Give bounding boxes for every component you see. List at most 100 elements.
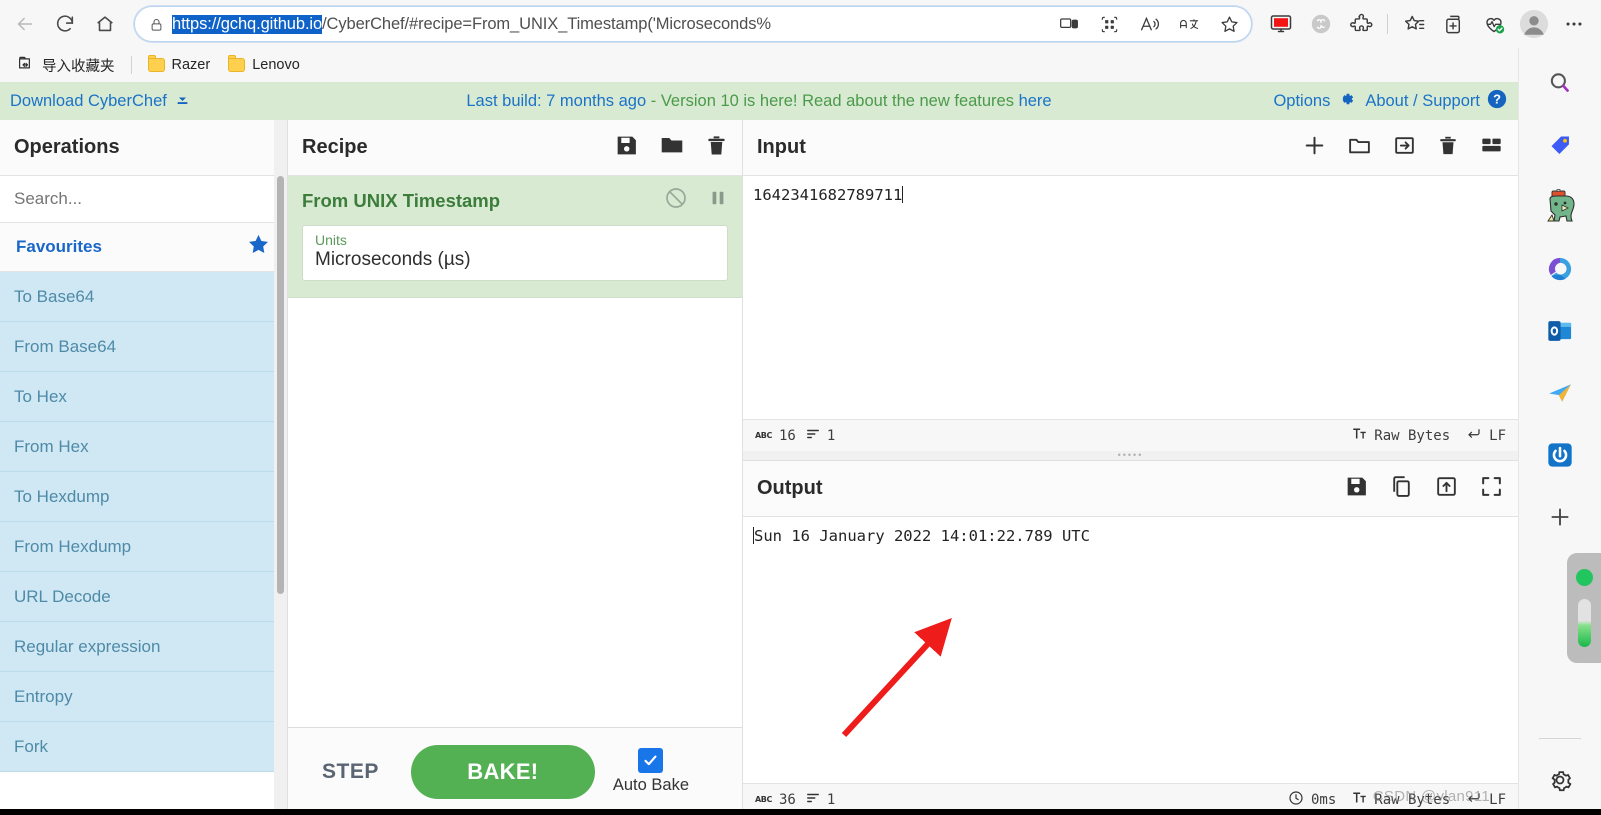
home-button[interactable]	[86, 7, 124, 41]
operation-label: Regular expression	[14, 636, 161, 656]
auto-bake-control[interactable]: Auto Bake	[613, 748, 689, 795]
read-aloud-icon[interactable]	[1133, 9, 1165, 39]
save-icon[interactable]	[614, 133, 639, 163]
arg-value[interactable]: Microseconds (µs)	[315, 249, 715, 271]
search-icon[interactable]	[1539, 62, 1581, 104]
step-button[interactable]: STEP	[308, 752, 393, 792]
star-icon[interactable]	[246, 232, 271, 262]
split-screen-icon[interactable]	[1053, 9, 1085, 39]
power-toggle-icon[interactable]	[1539, 434, 1581, 476]
operation-url-decode[interactable]: URL Decode	[0, 572, 287, 622]
collections-star-icon[interactable]	[1395, 7, 1433, 41]
download-cyberchef-link[interactable]: Download CyberChef	[10, 92, 167, 111]
refresh-button[interactable]	[46, 7, 84, 41]
about-support-link[interactable]: About / Support	[1365, 92, 1480, 111]
bake-button[interactable]: BAKE!	[410, 744, 595, 799]
favourite-star-icon[interactable]	[1213, 9, 1245, 39]
input-eol-group[interactable]: LF	[1466, 426, 1506, 445]
search-input[interactable]	[14, 189, 273, 209]
last-build-link[interactable]: Last build: 7 months ago	[466, 92, 646, 110]
gear-icon[interactable]	[1336, 89, 1356, 114]
back-button[interactable]	[6, 7, 44, 41]
clear-trash-icon[interactable]	[1437, 133, 1459, 163]
operation-label: Fork	[14, 736, 48, 756]
pause-breakpoint-icon[interactable]	[708, 187, 728, 214]
microsoft-365-icon[interactable]	[1539, 248, 1581, 290]
operation-from-base64[interactable]: From Base64	[0, 322, 287, 372]
arg-label: Units	[315, 232, 347, 248]
add-sidebar-app-icon[interactable]	[1539, 496, 1581, 538]
open-folder-icon[interactable]	[1347, 133, 1372, 163]
input-encoding-group[interactable]: Raw Bytes	[1352, 426, 1450, 445]
operation-entropy[interactable]: Entropy	[0, 672, 287, 722]
recipe-body[interactable]: From UNIX Timestamp Units Microseconds (…	[288, 176, 742, 727]
widget-status-dot	[1575, 568, 1593, 586]
bookmark-label: Lenovo	[252, 57, 300, 73]
clear-trash-icon[interactable]	[705, 133, 728, 163]
performance-heart-icon[interactable]	[1475, 7, 1513, 41]
address-bar[interactable]: https://gchq.github.io/CyberChef/#recipe…	[134, 6, 1252, 42]
question-circle-icon[interactable]: ?	[1486, 88, 1508, 115]
import-favourites-button[interactable]: 导入收藏夹	[10, 50, 122, 80]
outlook-icon[interactable]	[1539, 310, 1581, 352]
maximise-icon[interactable]	[1479, 474, 1504, 504]
operation-to-hex[interactable]: To Hex	[0, 372, 287, 422]
lock-icon	[149, 16, 164, 33]
options-link[interactable]: Options	[1273, 92, 1330, 111]
save-icon[interactable]	[1344, 474, 1369, 504]
recipe-arg-units[interactable]: Units Microseconds (µs)	[302, 225, 728, 281]
recipe-operation-card[interactable]: From UNIX Timestamp Units Microseconds (…	[288, 176, 742, 298]
bookmark-lenovo[interactable]: Lenovo	[221, 53, 307, 77]
output-textarea[interactable]: Sun 16 January 2022 14:01:22.789 UTC	[743, 517, 1518, 783]
operations-panel: Operations Favourites To Base64 From Bas…	[0, 120, 288, 815]
input-title: Input	[757, 136, 806, 158]
clock-icon	[1288, 790, 1304, 810]
open-input-icon[interactable]	[1392, 133, 1417, 163]
screen-capture-icon[interactable]	[1262, 7, 1300, 41]
new-features-link[interactable]: here	[1019, 92, 1052, 110]
tab-layout-icon[interactable]	[1479, 134, 1504, 161]
qr-code-icon[interactable]	[1093, 9, 1125, 39]
add-to-collection-icon[interactable]	[1435, 7, 1473, 41]
bookmark-razer[interactable]: Razer	[141, 53, 218, 77]
operations-scrollbar-thumb[interactable]	[277, 176, 284, 594]
operation-to-hexdump[interactable]: To Hexdump	[0, 472, 287, 522]
url-text[interactable]: https://gchq.github.io/CyberChef/#recipe…	[172, 14, 1045, 34]
input-status-bar: ABC 16 1 Raw Bytes LF	[743, 419, 1518, 451]
extensions-icon[interactable]	[1342, 7, 1380, 41]
browser-toolbar: https://gchq.github.io/CyberChef/#recipe…	[0, 0, 1601, 48]
load-folder-icon[interactable]	[659, 132, 685, 163]
input-textarea[interactable]: 1642341682789711	[743, 176, 1518, 419]
input-encoding-value: Raw Bytes	[1374, 427, 1451, 444]
browser-window: https://gchq.github.io/CyberChef/#recipe…	[0, 0, 1601, 815]
operation-label: From Hex	[14, 436, 89, 456]
bake-controls: STEP BAKE! Auto Bake	[288, 727, 742, 815]
auto-bake-checkbox[interactable]	[638, 748, 664, 773]
settings-more-icon[interactable]	[1555, 7, 1593, 41]
operation-fork[interactable]: Fork	[0, 722, 287, 772]
operation-from-hexdump[interactable]: From Hexdump	[0, 522, 287, 572]
widget-level-bar[interactable]	[1577, 599, 1591, 648]
operation-regular-expression[interactable]: Regular expression	[0, 622, 287, 672]
download-arrow-icon[interactable]	[174, 90, 191, 112]
telegram-send-icon[interactable]	[1539, 372, 1581, 414]
operation-to-base64[interactable]: To Base64	[0, 272, 287, 322]
game-dino-icon[interactable]	[1539, 186, 1581, 228]
disable-icon[interactable]	[664, 186, 688, 215]
add-tab-icon[interactable]	[1302, 133, 1327, 163]
replace-input-icon[interactable]	[1434, 474, 1459, 504]
translate-icon[interactable]	[1173, 9, 1205, 39]
sidebar-divider	[1539, 738, 1581, 739]
output-value: Sun 16 January 2022 14:01:22.789 UTC	[754, 527, 1090, 545]
io-splitter[interactable]: •••••	[743, 451, 1518, 460]
cyberchef-workspace: Operations Favourites To Base64 From Bas…	[0, 120, 1518, 815]
operation-from-hex[interactable]: From Hex	[0, 422, 287, 472]
splitter-grip: •••••	[1117, 450, 1144, 460]
browser-essentials-icon[interactable]	[1302, 7, 1340, 41]
shopping-tag-icon[interactable]	[1539, 124, 1581, 166]
copy-icon[interactable]	[1389, 474, 1414, 504]
favourites-header[interactable]: Favourites	[0, 223, 287, 272]
profile-avatar-icon[interactable]	[1515, 7, 1553, 41]
settings-gear-icon[interactable]	[1539, 759, 1581, 801]
floating-widget[interactable]	[1567, 553, 1601, 663]
